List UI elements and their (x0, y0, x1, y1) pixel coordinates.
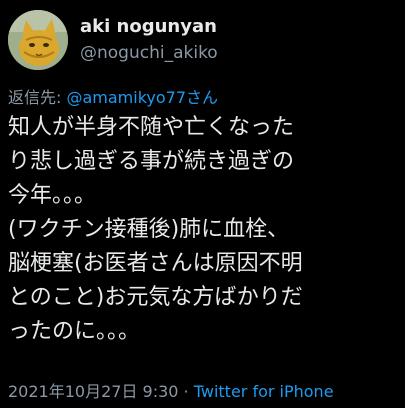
reply-to-label: 返信先: (8, 88, 67, 107)
cat-avatar-icon (8, 10, 68, 70)
tweet-text-line: り悲し過ぎる事が続き過ぎの (8, 149, 295, 174)
tweet-text-line: とのこと)お元気な方ばかりだ (8, 285, 303, 310)
tweet-text-line: ったのに。。。 (8, 319, 141, 344)
reply-to-line: 返信先: @amamikyo77さん (8, 84, 218, 108)
meta-separator: · (178, 382, 194, 401)
tweet-text-line: 知人が半身不随や亡くなった (8, 115, 295, 140)
tweet-text-line: 今年。。。 (8, 183, 97, 208)
tweet: aki nogunyan @noguchi_akiko 返信先: @amamik… (0, 0, 405, 408)
display-name[interactable]: aki nogunyan (80, 16, 217, 37)
reply-mention-link[interactable]: @amamikyo77さん (66, 88, 218, 107)
tweet-text: 知人が半身不随や亡くなった り悲し過ぎる事が続き過ぎの 今年。。。 (ワクチン接… (8, 111, 403, 349)
tweet-text-line: 脳梗塞(お医者さんは原因不明 (8, 251, 303, 276)
tweet-meta: 2021年10月27日 9:30 · Twitter for iPhone (8, 378, 334, 402)
tweet-timestamp[interactable]: 2021年10月27日 9:30 (8, 382, 178, 401)
avatar[interactable] (8, 10, 68, 70)
tweet-source-link[interactable]: Twitter for iPhone (194, 382, 334, 401)
user-handle[interactable]: @noguchi_akiko (80, 43, 218, 63)
tweet-text-line: (ワクチン接種後)肺に血栓、 (8, 217, 290, 242)
